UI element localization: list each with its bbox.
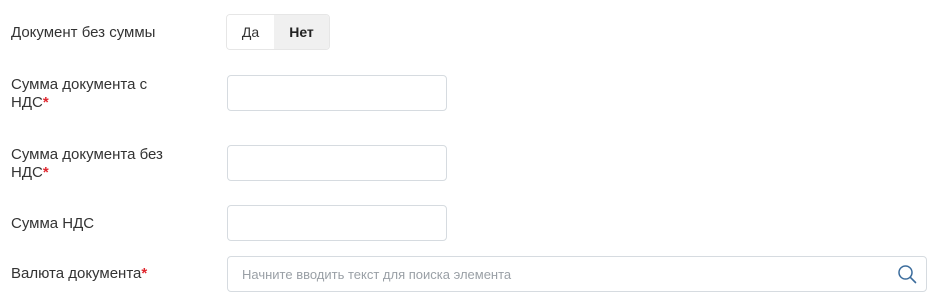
no-sum-label: Документ без суммы: [11, 24, 201, 42]
sum-without-vat-input[interactable]: [227, 145, 447, 181]
currency-search-placeholder: Начните вводить текст для поиска элемент…: [242, 266, 512, 282]
vat-sum-input[interactable]: [227, 205, 447, 241]
sum-with-vat-label-line1: Сумма документа с: [11, 76, 148, 93]
sum-with-vat-label: Сумма документа с НДС*: [11, 76, 201, 112]
required-mark: *: [42, 164, 49, 181]
no-sum-toggle: Да Нет: [226, 14, 330, 50]
sum-without-vat-label-line1: Сумма документа без: [11, 146, 163, 163]
currency-label-text: Валюта документа: [11, 265, 142, 282]
search-icon[interactable]: [896, 263, 918, 285]
vat-sum-label: Сумма НДС: [11, 215, 201, 233]
sum-with-vat-input[interactable]: [227, 75, 447, 111]
vat-sum-label-text: Сумма НДС: [11, 215, 95, 232]
sum-without-vat-label: Сумма документа без НДС*: [11, 146, 201, 182]
currency-label: Валюта документа*: [11, 265, 201, 283]
toggle-yes-button[interactable]: Да: [227, 15, 274, 49]
required-mark: *: [42, 94, 49, 111]
sum-without-vat-label-line2: НДС: [11, 164, 43, 181]
currency-search-input[interactable]: Начните вводить текст для поиска элемент…: [227, 256, 927, 292]
toggle-no-button[interactable]: Нет: [274, 15, 329, 49]
sum-with-vat-label-line2: НДС: [11, 94, 43, 111]
no-sum-label-text: Документ без суммы: [11, 24, 156, 41]
required-mark: *: [141, 265, 148, 282]
document-sum-form: Документ без суммы Да Нет Сумма документ…: [0, 0, 933, 304]
